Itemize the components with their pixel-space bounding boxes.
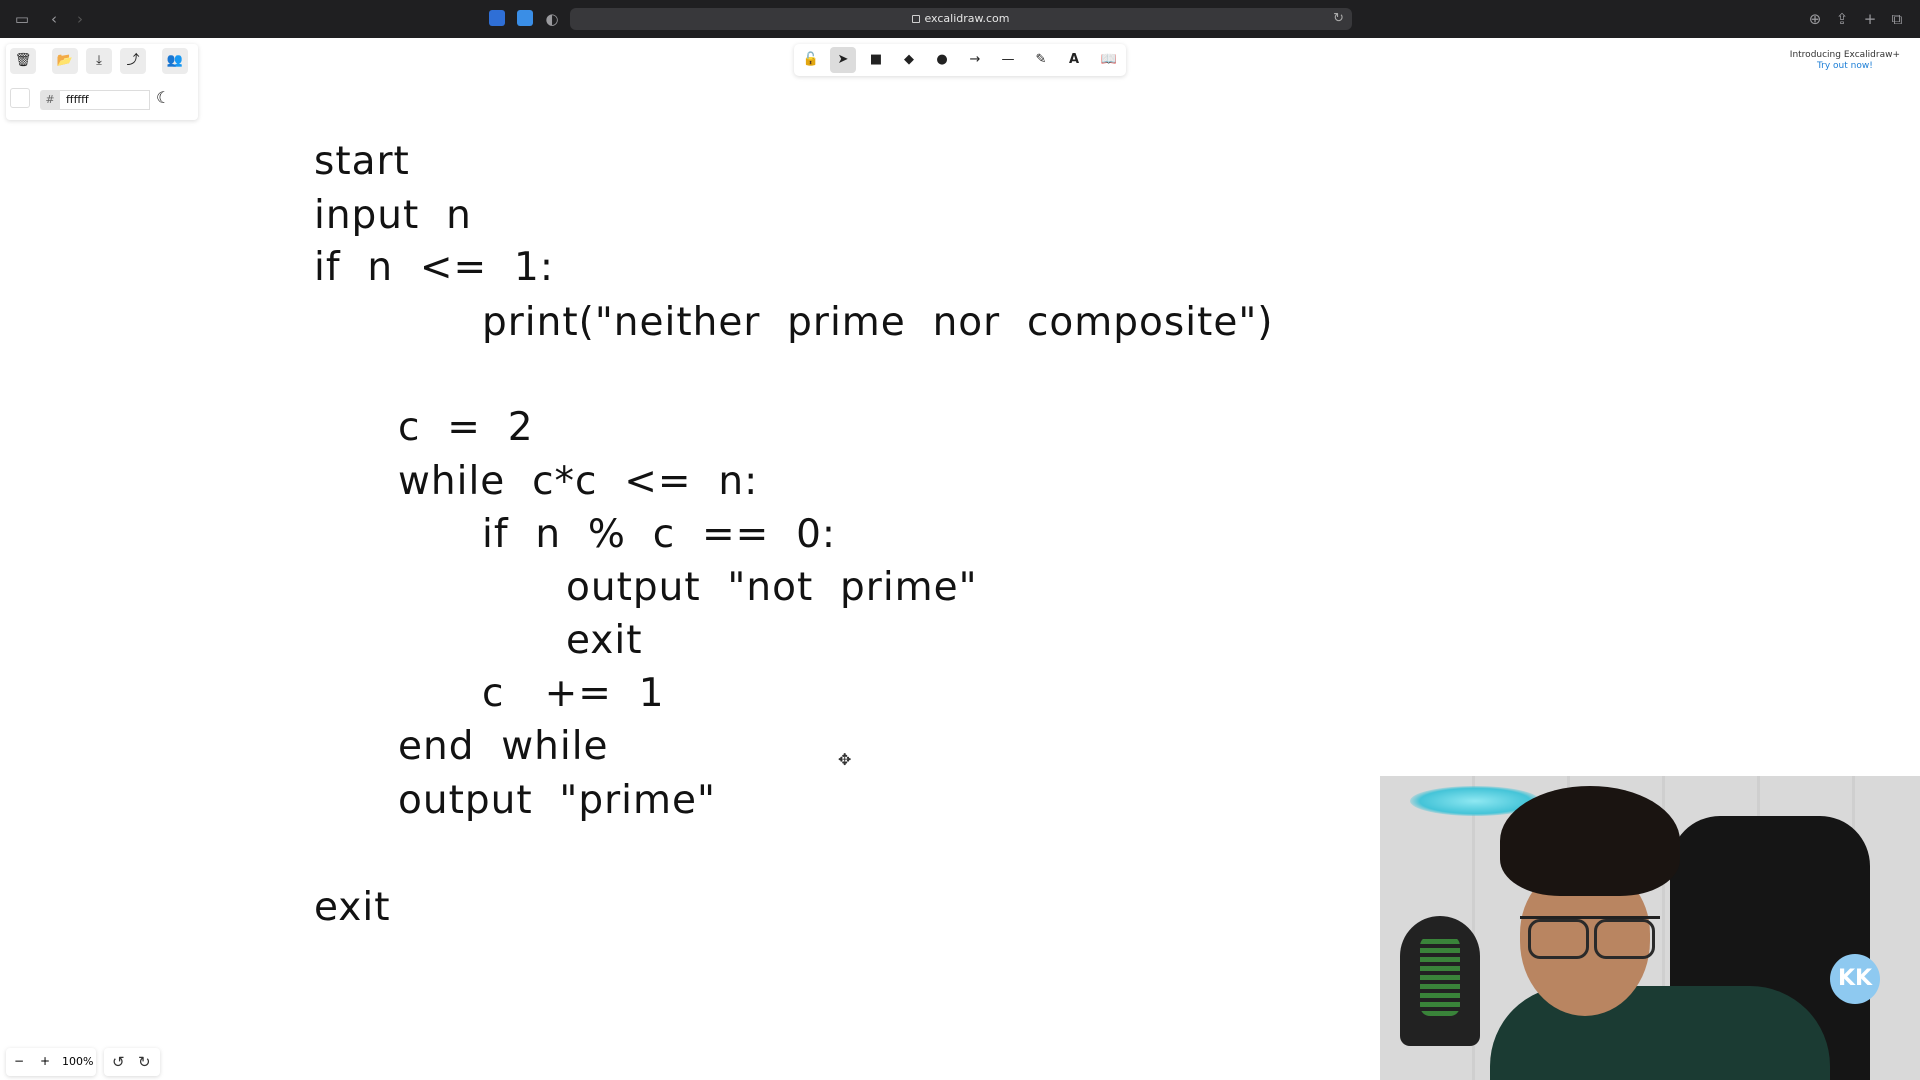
ellipse-tool-icon[interactable]: ● xyxy=(929,47,955,73)
export-button[interactable]: ⤴ xyxy=(120,48,146,74)
zoom-controls: − + 100% xyxy=(6,1048,96,1076)
library-tool-icon[interactable]: 📖 xyxy=(1096,47,1122,73)
redo-icon[interactable]: ↻ xyxy=(138,1053,151,1071)
browser-chrome: ▭ ‹ › ◐ excalidraw.com ↻ ⊕ ⇪ + ⧉ xyxy=(0,0,1920,38)
zoom-in-button[interactable]: + xyxy=(40,1054,50,1068)
open-button[interactable]: 📂 xyxy=(52,48,78,74)
canvas-text-line[interactable]: output "not prime" xyxy=(566,565,978,610)
promo-link[interactable]: Try out now! xyxy=(1790,61,1900,72)
dark-mode-toggle-icon[interactable]: ☾ xyxy=(156,88,170,107)
history-controls: ↺ ↻ xyxy=(104,1048,160,1076)
lock-tool-icon[interactable]: 🔓 xyxy=(798,47,824,73)
pencil-tool-icon[interactable]: ✎ xyxy=(1028,47,1054,73)
canvas-text-line[interactable]: while c*c <= n: xyxy=(398,459,758,504)
rectangle-tool-icon[interactable]: ■ xyxy=(863,47,889,73)
back-icon[interactable]: ‹ xyxy=(44,9,64,29)
collaborate-button[interactable]: 👥 xyxy=(162,48,188,74)
canvas-text-line[interactable]: start xyxy=(314,139,410,184)
person-hair xyxy=(1500,786,1680,896)
canvas-text-line[interactable]: if n <= 1: xyxy=(314,245,554,290)
arrow-tool-icon[interactable]: → xyxy=(962,47,988,73)
url-text: excalidraw.com xyxy=(924,12,1010,25)
download-icon[interactable]: ⊕ xyxy=(1805,9,1825,29)
glasses xyxy=(1520,916,1660,959)
address-bar[interactable]: excalidraw.com ↻ xyxy=(570,8,1352,30)
selection-tool-icon[interactable]: ➤ xyxy=(830,47,856,73)
line-tool-icon[interactable]: — xyxy=(995,47,1021,73)
canvas-text-line[interactable]: output "prime" xyxy=(398,778,716,823)
canvas-text-line[interactable]: if n % c == 0: xyxy=(482,512,836,557)
promo-title: Introducing Excalidraw+ xyxy=(1789,50,1900,60)
microphone-light xyxy=(1420,936,1460,1016)
clear-canvas-button[interactable]: 🗑 xyxy=(10,48,36,74)
save-button[interactable]: ⤓ xyxy=(86,48,112,74)
webcam-overlay: KK xyxy=(1380,776,1920,1080)
canvas-text-line[interactable]: c += 1 xyxy=(482,671,665,716)
canvas-text-line[interactable]: exit xyxy=(566,618,643,663)
zoom-level[interactable]: 100% xyxy=(62,1055,93,1068)
zoom-out-button[interactable]: − xyxy=(14,1054,24,1068)
text-tool-icon[interactable]: A xyxy=(1061,47,1087,73)
sidebar-toggle-icon[interactable]: ▭ xyxy=(12,9,32,29)
crosshair-cursor-icon: ✥ xyxy=(838,750,852,769)
shape-toolbar: 🔓 ➤ ■ ◆ ● → — ✎ A 📖 xyxy=(794,44,1126,76)
canvas-text-line[interactable]: c = 2 xyxy=(398,405,534,450)
hash-label: # xyxy=(40,90,60,110)
share-icon[interactable]: ⇪ xyxy=(1832,9,1852,29)
extension-icon[interactable] xyxy=(489,10,505,26)
undo-icon[interactable]: ↺ xyxy=(112,1053,125,1071)
background-color-swatch[interactable] xyxy=(10,88,30,108)
canvas-text-line[interactable]: exit xyxy=(314,885,391,930)
tabs-overview-icon[interactable]: ⧉ xyxy=(1887,9,1907,29)
forward-icon[interactable]: › xyxy=(70,9,90,29)
excalidraw-plus-promo[interactable]: Introducing Excalidraw+ Try out now! xyxy=(1790,50,1900,72)
reload-icon[interactable]: ↻ xyxy=(1333,8,1344,30)
person-shirt xyxy=(1490,986,1830,1080)
channel-logo: KK xyxy=(1830,954,1880,1004)
background-color-input[interactable]: ffffff xyxy=(60,90,150,110)
diamond-tool-icon[interactable]: ◆ xyxy=(896,47,922,73)
lock-icon xyxy=(912,15,921,23)
new-tab-icon[interactable]: + xyxy=(1860,9,1880,29)
canvas-text-line[interactable]: print("neither prime nor composite") xyxy=(482,300,1273,345)
canvas-text-line[interactable]: end while xyxy=(398,724,609,769)
canvas-text-line[interactable]: input n xyxy=(314,193,472,238)
shield-icon[interactable]: ◐ xyxy=(542,9,562,29)
extension-icon[interactable] xyxy=(517,10,533,26)
canvas-actions-panel: 🗑 📂 ⤓ ⤴ 👥 # ffffff ☾ xyxy=(6,44,198,120)
